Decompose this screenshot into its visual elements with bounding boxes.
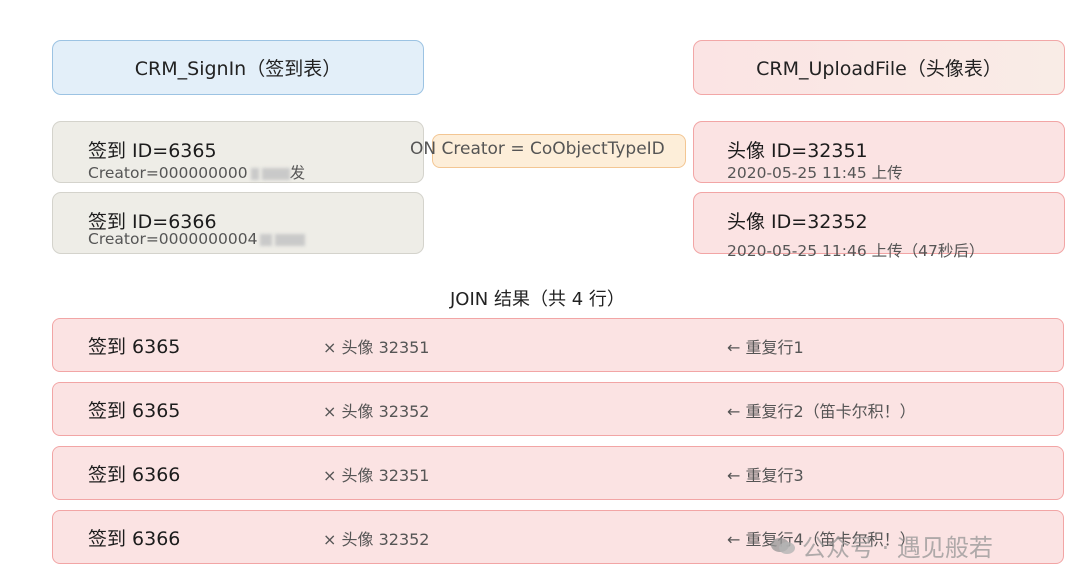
upload-record-time: 2020-05-25 11:46 上传（47秒后） (727, 242, 985, 260)
signin-record-id: 签到 ID=6365 (88, 140, 217, 162)
result-avatar: × 头像 32352 (323, 402, 430, 421)
result-signin: 签到 6366 (88, 528, 181, 550)
upload-record-id: 头像 ID=32351 (727, 140, 868, 162)
join-result-title: JOIN 结果（共 4 行） (450, 289, 625, 310)
result-note: ← 重复行3 (727, 466, 804, 485)
result-signin: 签到 6365 (88, 336, 181, 358)
wechat-icon (771, 537, 795, 554)
signin-record-creator: Creator=0000000004 (88, 230, 306, 248)
uploadfile-table-header: CRM_UploadFile（头像表） (693, 40, 1065, 95)
upload-record-time: 2020-05-25 11:45 上传 (727, 164, 903, 182)
result-avatar: × 头像 32351 (323, 338, 430, 357)
result-row: 签到 6365 × 头像 32351 ← 重复行1 (52, 318, 1064, 372)
result-avatar: × 头像 32351 (323, 466, 430, 485)
signin-record: 签到 ID=6365 Creator=000000000 发 (52, 121, 424, 183)
signin-record-creator: Creator=000000000 发 (88, 164, 306, 182)
result-row: 签到 6366 × 头像 32351 ← 重复行3 (52, 446, 1064, 500)
watermark: 公众号 · 遇见般若 (770, 528, 993, 563)
result-signin: 签到 6365 (88, 400, 181, 422)
result-note: ← 重复行1 (727, 338, 804, 357)
watermark-text: 公众号 · 遇见般若 (802, 534, 993, 562)
signin-table-title: CRM_SignIn（签到表） (134, 58, 342, 80)
result-row: 签到 6365 × 头像 32352 ← 重复行2（笛卡尔积！） (52, 382, 1064, 436)
uploadfile-table-title: CRM_UploadFile（头像表） (756, 58, 1002, 80)
result-signin: 签到 6366 (88, 464, 181, 486)
upload-record: 头像 ID=32352 2020-05-25 11:46 上传（47秒后） (693, 192, 1065, 260)
signin-record: 签到 ID=6366 Creator=0000000004 (52, 192, 424, 254)
upload-record: 头像 ID=32351 2020-05-25 11:45 上传 (693, 121, 1065, 183)
result-avatar: × 头像 32352 (323, 530, 430, 549)
signin-table-header: CRM_SignIn（签到表） (52, 40, 424, 95)
join-condition-label: ON Creator = CoObjectTypeID (410, 139, 665, 159)
result-note: ← 重复行2（笛卡尔积！） (727, 402, 916, 421)
upload-record-id: 头像 ID=32352 (727, 211, 868, 233)
